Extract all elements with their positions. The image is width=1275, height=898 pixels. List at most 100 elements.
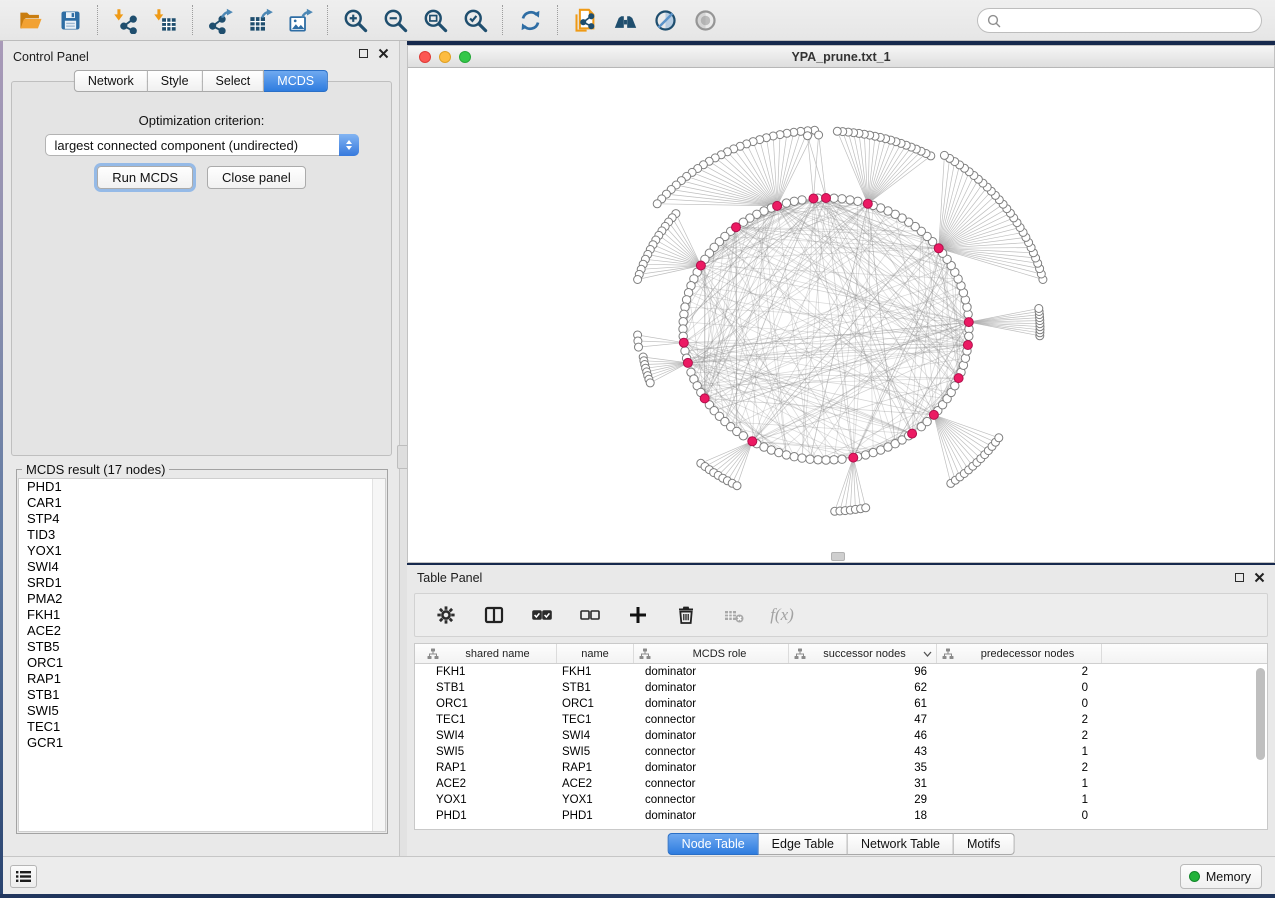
column-header-predecessor-nodes[interactable]: predecessor nodes bbox=[937, 644, 1102, 663]
export-image-icon[interactable] bbox=[280, 3, 320, 37]
zoom-fit-icon[interactable] bbox=[415, 3, 455, 37]
mcds-result-item[interactable]: GCR1 bbox=[19, 735, 385, 751]
window-close-button[interactable] bbox=[419, 51, 431, 63]
window-minimize-button[interactable] bbox=[439, 51, 451, 63]
network-node[interactable] bbox=[814, 456, 822, 464]
network-node[interactable] bbox=[940, 151, 948, 159]
table-settings-icon[interactable] bbox=[429, 598, 463, 632]
network-node[interactable] bbox=[854, 197, 862, 205]
network-node[interactable] bbox=[798, 454, 806, 462]
network-hub-node[interactable] bbox=[822, 194, 831, 203]
mcds-result-item[interactable]: FKH1 bbox=[19, 607, 385, 623]
table-row[interactable]: ORC1ORC1dominator610 bbox=[415, 696, 1267, 712]
zoom-selected-icon[interactable] bbox=[455, 3, 495, 37]
network-hub-node[interactable] bbox=[863, 199, 872, 208]
network-node[interactable] bbox=[790, 197, 798, 205]
mcds-result-item[interactable]: ORC1 bbox=[19, 655, 385, 671]
network-node[interactable] bbox=[846, 196, 854, 204]
close-table-panel-icon[interactable] bbox=[1254, 572, 1265, 583]
mcds-result-item[interactable]: ACE2 bbox=[19, 623, 385, 639]
network-hub-node[interactable] bbox=[809, 194, 818, 203]
network-node[interactable] bbox=[862, 504, 870, 512]
zoom-in-icon[interactable] bbox=[335, 3, 375, 37]
network-node[interactable] bbox=[733, 482, 741, 490]
export-table-icon[interactable] bbox=[240, 3, 280, 37]
tab-select[interactable]: Select bbox=[203, 70, 265, 92]
table-row[interactable]: STB1STB1dominator620 bbox=[415, 680, 1267, 696]
tab-style[interactable]: Style bbox=[148, 70, 203, 92]
close-panel-button[interactable]: Close panel bbox=[207, 166, 306, 189]
export-network-icon[interactable] bbox=[200, 3, 240, 37]
column-header-name[interactable]: name bbox=[557, 644, 634, 663]
network-node[interactable] bbox=[790, 453, 798, 461]
network-hub-node[interactable] bbox=[963, 341, 972, 350]
table-row[interactable]: ACE2ACE2connector311 bbox=[415, 776, 1267, 792]
network-node[interactable] bbox=[775, 448, 783, 456]
network-node[interactable] bbox=[782, 451, 790, 459]
network-node[interactable] bbox=[923, 417, 931, 425]
network-hub-node[interactable] bbox=[954, 374, 963, 383]
mcds-result-item[interactable]: PHD1 bbox=[19, 479, 385, 495]
table-row[interactable]: YOX1YOX1connector291 bbox=[415, 792, 1267, 808]
mcds-result-item[interactable]: TEC1 bbox=[19, 719, 385, 735]
network-node[interactable] bbox=[739, 432, 747, 440]
import-table-icon[interactable] bbox=[145, 3, 185, 37]
table-scrollbar[interactable] bbox=[1256, 668, 1265, 826]
import-network-icon[interactable] bbox=[105, 3, 145, 37]
tab-network[interactable]: Network bbox=[74, 70, 148, 92]
first-neighbors-icon[interactable] bbox=[605, 3, 645, 37]
network-node[interactable] bbox=[782, 199, 790, 207]
network-node[interactable] bbox=[1035, 305, 1043, 313]
list-scrollbar[interactable] bbox=[372, 479, 385, 831]
tab-network-table[interactable]: Network Table bbox=[848, 833, 954, 855]
network-hub-node[interactable] bbox=[732, 223, 741, 232]
vertical-splitter[interactable] bbox=[400, 41, 407, 856]
network-hub-node[interactable] bbox=[700, 394, 709, 403]
network-node[interactable] bbox=[653, 200, 661, 208]
float-table-panel-icon[interactable] bbox=[1235, 573, 1244, 582]
network-node[interactable] bbox=[830, 456, 838, 464]
network-node[interactable] bbox=[798, 196, 806, 204]
column-header-successor-nodes[interactable]: successor nodes bbox=[789, 644, 937, 663]
network-node[interactable] bbox=[815, 131, 823, 139]
network-node[interactable] bbox=[830, 194, 838, 202]
mcds-result-item[interactable]: SRD1 bbox=[19, 575, 385, 591]
mcds-result-item[interactable]: STP4 bbox=[19, 511, 385, 527]
column-header-MCDS-role[interactable]: MCDS role bbox=[634, 644, 789, 663]
table-row[interactable]: RAP1RAP1dominator352 bbox=[415, 760, 1267, 776]
network-hub-node[interactable] bbox=[679, 338, 688, 347]
show-columns-icon[interactable] bbox=[477, 598, 511, 632]
mcds-result-item[interactable]: SWI5 bbox=[19, 703, 385, 719]
delete-row-icon[interactable] bbox=[669, 598, 703, 632]
float-panel-icon[interactable] bbox=[359, 49, 368, 58]
tab-node-table[interactable]: Node Table bbox=[668, 833, 759, 855]
network-node[interactable] bbox=[833, 127, 841, 135]
add-row-icon[interactable] bbox=[621, 598, 655, 632]
mcds-result-item[interactable]: TID3 bbox=[19, 527, 385, 543]
refresh-layout-icon[interactable] bbox=[510, 3, 550, 37]
table-row[interactable]: PHD1PHD1dominator180 bbox=[415, 808, 1267, 824]
search-box[interactable] bbox=[977, 8, 1262, 33]
network-hub-node[interactable] bbox=[964, 318, 973, 327]
network-hub-node[interactable] bbox=[773, 201, 782, 210]
network-hub-node[interactable] bbox=[683, 358, 692, 367]
search-input[interactable] bbox=[1007, 14, 1252, 28]
network-node[interactable] bbox=[804, 132, 812, 140]
mcds-result-item[interactable]: SWI4 bbox=[19, 559, 385, 575]
mcds-result-item[interactable]: CAR1 bbox=[19, 495, 385, 511]
window-zoom-button[interactable] bbox=[459, 51, 471, 63]
column-header-shared-name[interactable]: shared name bbox=[422, 644, 557, 663]
network-node[interactable] bbox=[965, 332, 973, 340]
tab-motifs[interactable]: Motifs bbox=[954, 833, 1014, 855]
deselect-all-rows-icon[interactable] bbox=[573, 598, 607, 632]
memory-button[interactable]: Memory bbox=[1180, 864, 1262, 889]
horizontal-splitter[interactable] bbox=[831, 552, 845, 561]
network-node[interactable] bbox=[822, 456, 830, 464]
network-node[interactable] bbox=[806, 455, 814, 463]
table-row[interactable]: SWI5SWI5connector431 bbox=[415, 744, 1267, 760]
network-hub-node[interactable] bbox=[934, 244, 943, 253]
table-scrollbar-thumb[interactable] bbox=[1256, 668, 1265, 760]
network-canvas[interactable] bbox=[408, 68, 1274, 562]
network-hub-node[interactable] bbox=[929, 410, 938, 419]
network-hub-node[interactable] bbox=[849, 453, 858, 462]
